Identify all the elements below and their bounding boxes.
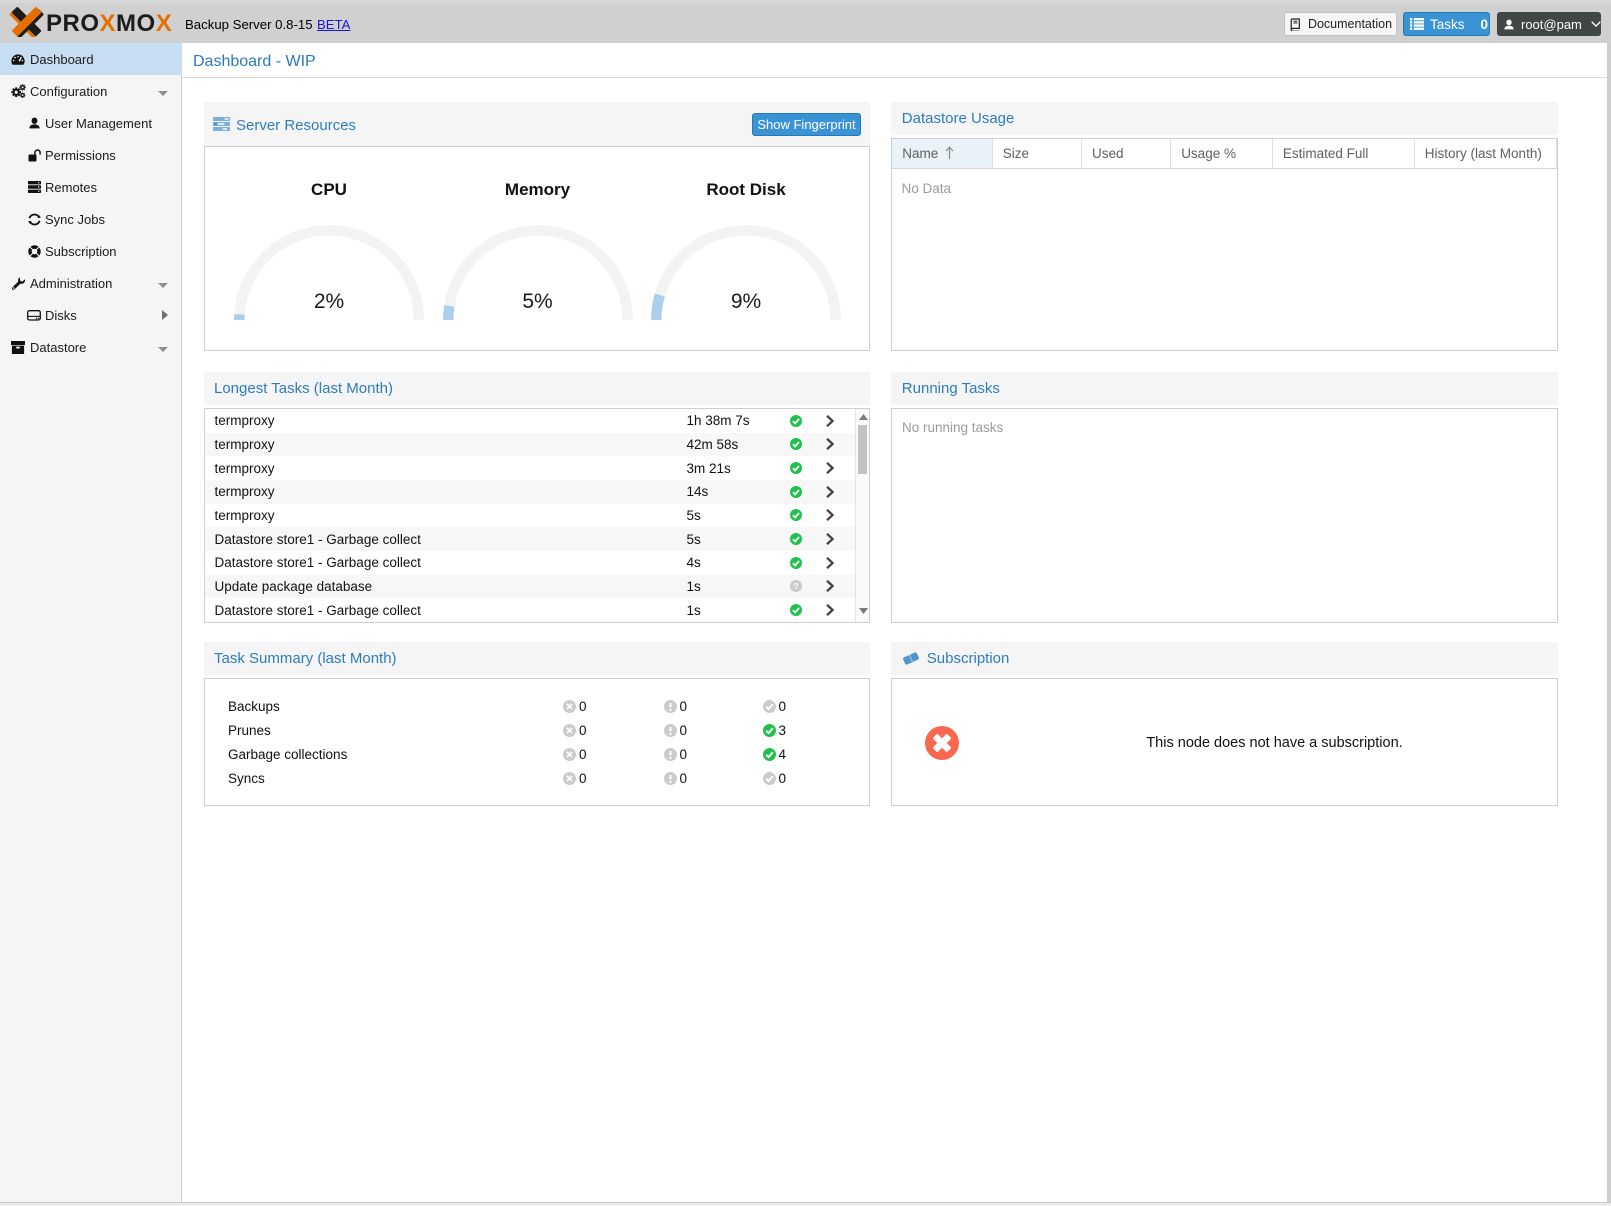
svg-text:?: ? bbox=[793, 582, 798, 591]
svg-text:PROXMOX: PROXMOX bbox=[46, 10, 172, 37]
